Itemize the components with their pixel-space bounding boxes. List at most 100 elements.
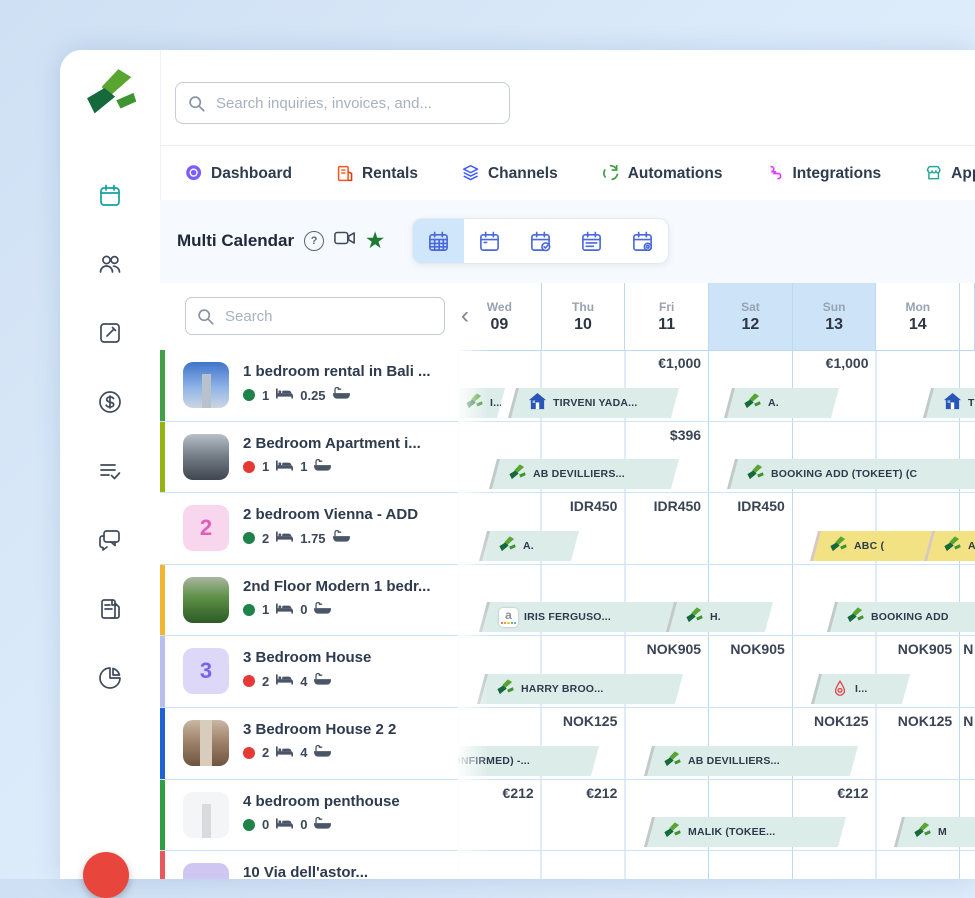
calendar-row: $396 AB DEVILLIERS... BOOKING ADD (TOKEET)… [458, 422, 975, 494]
property-row[interactable]: 1 bedroom rental in Bali ...10.25 [160, 350, 458, 422]
tokeet-channel-icon [509, 464, 527, 485]
booking-ribbon[interactable]: HARRY BROO... [477, 674, 683, 704]
video-tutorial-icon[interactable] [334, 230, 356, 251]
rate-cell[interactable]: €1,000 [625, 355, 709, 375]
property-title: 3 Bedroom House 2 2 [243, 721, 452, 738]
rate-cell[interactable]: NOK125 [793, 713, 877, 733]
rate-cell[interactable]: $396 [625, 427, 709, 447]
sidebar-item-invoices[interactable] [95, 594, 125, 624]
booking-label: I... [855, 683, 867, 695]
booking-ribbon[interactable]: I... [458, 388, 504, 418]
calendar-row: NOK125NOK125NOK125N(CONFIRMED) -...AB DE… [458, 708, 975, 780]
nav-item-automations[interactable]: Automations [602, 164, 723, 183]
calendar-icon [97, 182, 123, 208]
global-search-input[interactable] [214, 94, 497, 113]
bath-count: 0 [300, 817, 307, 832]
booking-ribbon[interactable]: BOOKING ADD [827, 602, 975, 632]
booking-ribbon[interactable]: AB DEVILLIERS... [489, 459, 679, 489]
property-row[interactable]: 33 Bedroom House24 [160, 636, 458, 708]
property-meta: 10 [243, 602, 331, 618]
day-header-mon-14[interactable]: Mon14 [876, 283, 960, 350]
property-color-bar [160, 350, 165, 421]
rate-cell[interactable]: IDR450 [625, 498, 709, 518]
sidebar-item-guests[interactable] [95, 249, 125, 279]
global-search[interactable] [175, 82, 510, 124]
view-button-planning-view[interactable] [617, 219, 668, 263]
view-button-availability-view[interactable] [515, 219, 566, 263]
booking-ribbon[interactable]: TIRVENI YADA... [508, 388, 679, 418]
day-header-sat-12[interactable]: Sat12 [709, 283, 793, 350]
nav-item-integrations[interactable]: Integrations [766, 164, 881, 183]
sidebar-item-inquiries[interactable] [95, 318, 125, 348]
day-header-fri-11[interactable]: Fri11 [625, 283, 709, 350]
nav-item-rentals[interactable]: Rentals [336, 164, 418, 183]
property-search[interactable] [185, 297, 445, 335]
booking-ribbon[interactable]: A. [479, 531, 579, 561]
day-name: Wed [487, 300, 512, 314]
avatar [183, 434, 229, 480]
rate-cell[interactable]: NOK905 [625, 641, 709, 661]
booking-ribbon[interactable]: T [923, 388, 975, 418]
sidebar-item-calendar[interactable] [95, 180, 125, 210]
property-row[interactable]: 10 Via dell'astor... [160, 851, 458, 879]
nav-item-app-store[interactable]: App Store [925, 164, 975, 183]
rate-cell[interactable]: €1,000 [793, 355, 877, 375]
bath-count: 0.25 [300, 388, 325, 403]
property-meta: 21.75 [243, 530, 350, 546]
rate-cell[interactable]: IDR450 [542, 498, 626, 518]
property-row[interactable]: 2 Bedroom Apartment i...11 [160, 422, 458, 494]
property-color-bar [160, 422, 165, 493]
help-icon[interactable]: ? [304, 231, 324, 251]
rate-cell[interactable]: NOK905 [709, 641, 793, 661]
booking-content: M [901, 817, 975, 847]
nav-item-channels[interactable]: Channels [462, 164, 558, 183]
booking-ribbon[interactable]: A [924, 531, 975, 561]
booking-ribbon[interactable]: aIRIS FERGUSO... [479, 602, 675, 632]
booking-ribbon[interactable]: MALIK (TOKEE... [644, 817, 846, 847]
booking-ribbon[interactable]: H. [666, 602, 773, 632]
rentals-icon [336, 164, 355, 183]
bath-icon [314, 817, 331, 833]
rate-cell[interactable]: IDR450 [709, 498, 793, 518]
avatar: 3 [183, 648, 229, 694]
view-button-agenda-view[interactable] [566, 219, 617, 263]
property-search-input[interactable] [223, 307, 433, 326]
app-window: Dashboard Rentals Channels Automations Integ… [60, 50, 975, 879]
booking-ribbon[interactable]: BOOKING ADD (TOKEET) (C [727, 459, 975, 489]
property-row[interactable]: 4 bedroom penthouse00 [160, 780, 458, 852]
booking-ribbon[interactable]: AB DEVILLIERS... [644, 746, 858, 776]
chevron-left-icon[interactable]: ‹ [461, 305, 469, 327]
rate-cell[interactable]: NOK125 [542, 713, 626, 733]
view-button-standard-view[interactable] [464, 219, 515, 263]
bath-count: 4 [300, 745, 307, 760]
sidebar-item-tasks[interactable] [95, 456, 125, 486]
day-header-wed-09[interactable]: Wed09 [458, 283, 542, 350]
rate-cell[interactable]: €212 [542, 785, 626, 805]
property-row[interactable]: 22 bedroom Vienna - ADD21.75 [160, 493, 458, 565]
view-button-multi-calendar-view[interactable] [413, 219, 464, 263]
booking-ribbon[interactable]: M [894, 817, 975, 847]
sidebar-item-messages[interactable] [95, 525, 125, 555]
rate-cell[interactable]: NOK905 [877, 641, 961, 661]
sidebar-item-reports[interactable] [95, 663, 125, 693]
day-header-thu-10[interactable]: Thu10 [542, 283, 626, 350]
rate-cell[interactable]: €212 [458, 785, 542, 805]
day-header-sun-13[interactable]: Sun13 [793, 283, 877, 350]
rate-cell[interactable]: N [960, 641, 975, 661]
favorite-star-icon[interactable]: ★ [366, 232, 384, 250]
nav-item-dashboard[interactable]: Dashboard [185, 164, 292, 183]
rate-cell[interactable]: NOK125 [877, 713, 961, 733]
booking-ribbon[interactable]: I... [811, 674, 910, 704]
chat-launcher-button[interactable] [83, 852, 129, 898]
booking-ribbon[interactable]: A. [724, 388, 839, 418]
rate-cell[interactable]: N [960, 713, 975, 733]
sidebar-item-payments[interactable] [95, 387, 125, 417]
booking-ribbon[interactable]: (CONFIRMED) -... [458, 746, 599, 776]
property-row[interactable]: 2nd Floor Modern 1 bedr...10 [160, 565, 458, 637]
rate-cell[interactable]: €212 [793, 785, 877, 805]
property-title: 2 Bedroom Apartment i... [243, 435, 452, 452]
airbnb-channel-icon: a [499, 608, 518, 627]
tokeet-channel-icon [664, 822, 682, 843]
booking-ribbon[interactable]: ABC ( [810, 531, 932, 561]
property-row[interactable]: 3 Bedroom House 2 224 [160, 708, 458, 780]
